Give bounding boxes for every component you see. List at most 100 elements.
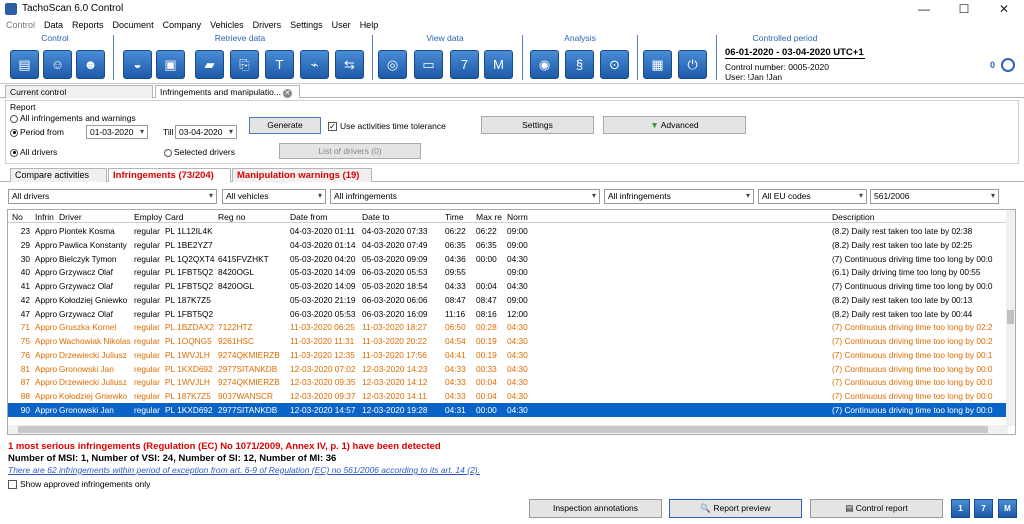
menu-company[interactable]: Company [163,18,202,32]
col-maxre[interactable]: Max re [476,212,502,222]
filter-vehicles[interactable]: All vehicles ▾ [222,189,326,204]
status-icon[interactable] [1001,58,1015,72]
view-card-icon[interactable]: ▭ [414,50,443,79]
filter-regulation[interactable]: 561/2006 ▾ [870,189,999,204]
chevron-down-icon: ▾ [208,191,213,200]
control-report-button[interactable]: ▤ Control report [810,499,943,518]
date-from-picker[interactable]: 01-03-2020 ▾ [86,125,148,139]
minimize-icon[interactable]: — [904,0,944,18]
close-tab-icon[interactable]: ✕ [282,89,292,98]
col-to[interactable]: Date to [362,212,389,222]
radio-all-drivers[interactable]: All drivers [10,147,57,157]
date-till-picker[interactable]: 03-04-2020 ▾ [175,125,237,139]
col-card[interactable]: Card [165,212,183,222]
view-week-icon[interactable]: 7 [450,50,479,79]
day-view-icon[interactable]: 1 [951,499,970,518]
scroll-thumb[interactable] [1007,310,1014,324]
col-driver[interactable]: Driver [59,212,82,222]
menu-help[interactable]: Help [360,18,379,32]
advanced-button[interactable]: ▼ Advanced [603,116,746,134]
view-disc-icon[interactable]: ◎ [378,50,407,79]
menu-vehicles[interactable]: Vehicles [210,18,244,32]
col-time[interactable]: Time [445,212,464,222]
open-folder-icon[interactable]: ▰ [195,50,224,79]
view-month-icon[interactable]: M [484,50,513,79]
download-tachograph-icon[interactable]: ◒ [123,50,152,79]
cell-maxre: 00:00 [476,253,497,264]
menu-reports[interactable]: Reports [72,18,104,32]
tr-icon[interactable]: T [265,50,294,79]
tab-current-control[interactable]: Current control [5,85,153,98]
control-drivers-icon[interactable]: ☺ [43,50,72,79]
col-reg[interactable]: Reg no [218,212,245,222]
generate-button[interactable]: Generate [249,117,321,134]
maximize-icon[interactable]: ☐ [944,0,984,18]
table-row[interactable]: 23 Appro Piontek Kosma regular PL 1L12IL4K 04… [8,224,1008,238]
menu-drivers[interactable]: Drivers [253,18,282,32]
radio-selected-drivers[interactable]: Selected drivers [164,147,235,157]
week-view-icon[interactable]: 7 [974,499,993,518]
menu-data[interactable]: Data [44,18,63,32]
tab-infringements[interactable]: Infringements and manipulatio... ✕ [155,85,300,98]
cell-from: 05-03-2020 21:19 [290,294,356,305]
cell-desc: (7) Continuous driving time too long by … [832,349,993,360]
settings-button[interactable]: Settings [481,116,594,134]
tab-infringements-list[interactable]: Infringements (73/204) [108,168,231,182]
col-from[interactable]: Date from [290,212,327,222]
table-row[interactable]: 29 Appro Pawlica Konstanty regular PL 1BE2YZ… [8,238,1008,252]
menu-document[interactable]: Document [113,18,154,32]
table-row[interactable]: 40 Appro Grzywacz Olaf regular PL 1FBT5Q2 842… [8,265,1008,279]
approved-only-checkbox[interactable]: Show approved infringements only [8,479,150,490]
control-document-icon[interactable]: ▦ [643,50,672,79]
vertical-scrollbar[interactable] [1006,210,1015,426]
tab-manipulation-warnings[interactable]: Manipulation warnings (19) [232,168,372,182]
table-row[interactable]: 30 Appro Bielczyk Tymon regular PL 1Q2QXT4 64… [8,252,1008,266]
filter-infringements[interactable]: All infringements ▾ [330,189,600,204]
col-norm[interactable]: Norm [507,212,528,222]
table-row[interactable]: 90 Appro Gronowski Jan regular PL 1KXD692 297… [8,402,1008,417]
tab-compare-activities[interactable]: Compare activities [10,168,107,182]
table-row[interactable]: 47 Appro Grzywacz Olaf regular PL 1FBT5Q2 06-… [8,307,1008,321]
analysis-disc-icon[interactable]: ◉ [530,50,559,79]
cell-infr: Appro [35,239,58,250]
menu-user[interactable]: User [332,18,351,32]
filter-drivers[interactable]: All drivers ▾ [8,189,217,204]
regulation-paragraph-icon[interactable]: § [565,50,594,79]
scroll-thumb[interactable] [18,426,988,433]
download-card-icon[interactable]: ▣ [156,50,185,79]
menu-settings[interactable]: Settings [290,18,323,32]
control-users-icon[interactable]: ☻ [76,50,105,79]
tolerance-checkbox[interactable]: ✓ Use activities time tolerance [328,121,446,132]
table-row[interactable]: 81 Appro Gronowski Jan regular PL 1KXD692 297… [8,362,1008,376]
radio-all-infringements[interactable]: All infringements and warnings [10,113,136,123]
report-preview-button[interactable]: 🔍 Report preview [669,499,802,518]
filter-infringements-2[interactable]: All infringements ▾ [604,189,754,204]
col-no[interactable]: No [12,212,23,222]
filter-eu-codes[interactable]: All EU codes ▾ [758,189,867,204]
usb-icon[interactable]: ⌁ [300,50,329,79]
table-row[interactable]: 71 Appro Gruszka Kornel regular PL 1BZDAX2 71… [8,320,1008,334]
list-drivers-button[interactable]: List of drivers (0) [279,143,421,159]
col-employ[interactable]: Employ [134,212,162,222]
table-row[interactable]: 75 Appro Wachowiak Nikolas regular PL 1OQNG5… [8,334,1008,348]
cell-card: PL 1Q2QXT4 [165,253,215,264]
table-row[interactable]: 76 Appro Drzewiecki Juliusz regular PL 1WVJL… [8,348,1008,362]
month-view-icon[interactable]: M [998,499,1017,518]
power-icon[interactable]: ⏻ [678,50,707,79]
control-card-icon[interactable]: ▤ [10,50,39,79]
close-icon[interactable]: ✕ [984,0,1024,18]
menu-control[interactable]: Control [6,18,35,32]
table-row[interactable]: 87 Appro Drzewiecki Juliusz regular PL 1WVJL… [8,375,1008,389]
horizontal-scrollbar[interactable] [8,425,1008,434]
table-row[interactable]: 41 Appro Grzywacz Olaf regular PL 1FBT5Q2 842… [8,279,1008,293]
col-infr[interactable]: Infrin [35,212,54,222]
import-file-icon[interactable]: ⎘ [230,50,259,79]
col-description[interactable]: Description [832,212,875,222]
table-row[interactable]: 88 Appro Kołodziej Gniewko regular PL 187K7Z… [8,389,1008,403]
radio-period-from[interactable]: Period from [10,127,64,137]
card-reader-icon[interactable]: ⇆ [335,50,364,79]
table-row[interactable]: 42 Appro Kołodziej Gniewko regular PL 187K7Z… [8,293,1008,307]
exception-link[interactable]: There are 62 infringements within period… [8,465,480,475]
speed-km-icon[interactable]: ⊙ [600,50,629,79]
inspection-annotations-button[interactable]: Inspection annotations [529,499,662,518]
